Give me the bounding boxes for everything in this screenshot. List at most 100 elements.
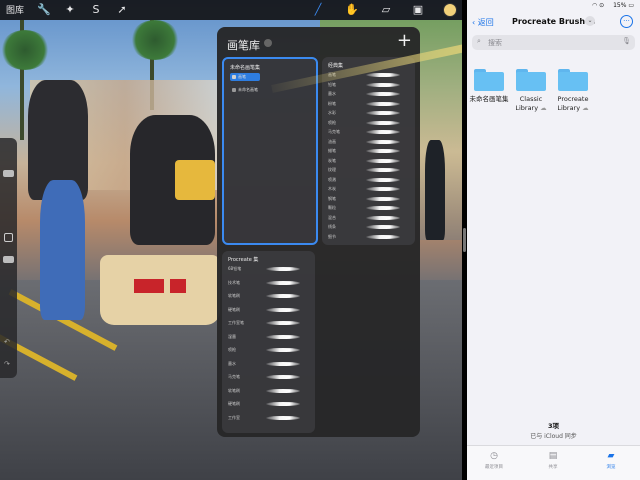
brush-item[interactable]: 油画: [328, 138, 408, 147]
brush-stroke-preview: [366, 177, 400, 182]
brush-item[interactable]: 纹理: [328, 166, 408, 175]
sync-status: 已与 iCloud 同步: [530, 433, 577, 440]
brush-item[interactable]: 湿墨: [228, 333, 308, 342]
brush-stroke-preview: [366, 82, 400, 87]
folder-icon: ▰: [607, 451, 615, 461]
brush-item[interactable]: 硬笔刷: [228, 306, 308, 315]
library-info-icon[interactable]: [264, 39, 272, 47]
brush-set-classic[interactable]: 经典集 画笔铅笔墨水粉笔水彩喷枪马克笔油画蜡笔炭笔纹理喷溅木炭钢笔颗粒混合线条细…: [322, 57, 415, 245]
gallery-button[interactable]: 图库: [6, 3, 24, 16]
brush-stroke-preview: [266, 321, 300, 325]
person-jeans: [40, 180, 85, 320]
brush-thumb-icon: [232, 75, 236, 79]
brush-item[interactable]: 细节: [328, 233, 408, 242]
folder-untitled-brushes[interactable]: 未命名画笔集: [468, 69, 510, 104]
brush-item[interactable]: 混合: [328, 214, 408, 223]
brush-item[interactable]: 线条: [328, 223, 408, 232]
brush-item[interactable]: 炭笔: [328, 157, 408, 166]
files-tab-bar: ◷ 最近项目 ▤ 共享 ▰ 浏览: [467, 445, 640, 480]
brush-item[interactable]: 工作室: [228, 414, 308, 423]
brush-item[interactable]: 铅笔: [328, 81, 408, 90]
modify-button[interactable]: [4, 233, 13, 242]
split-view: 图库 🔧 ✦ S ➚ ╱ ✋ ▱ ▣ ↶ ↷ 画笔库 + 未命名画笔集 画笔 未…: [0, 0, 640, 480]
wrench-icon[interactable]: 🔧: [36, 2, 52, 18]
brush-item[interactable]: 工作室笔: [228, 319, 308, 328]
brush-item[interactable]: 喷枪: [328, 119, 408, 128]
brush-stroke-preview: [366, 92, 400, 96]
brush-item[interactable]: 木炭: [328, 185, 408, 194]
layers-icon[interactable]: ▣: [410, 2, 426, 18]
brush-set-name: 经典集: [328, 63, 344, 69]
brush-item[interactable]: 技术笔: [228, 279, 308, 288]
tab-recents[interactable]: ◷ 最近项目: [474, 451, 514, 470]
files-app: ◠ ⊙ 15% ▭ ‹ 返回 Procreate Brushes ⌄ ··· ⌕…: [467, 0, 640, 480]
brush-item[interactable]: 马克笔: [328, 128, 408, 137]
brush-item[interactable]: 喷枪: [228, 346, 308, 355]
brush-library-title: 画笔库: [227, 39, 260, 52]
brush-item[interactable]: 喷溅: [328, 176, 408, 185]
procreate-app: 图库 🔧 ✦ S ➚ ╱ ✋ ▱ ▣ ↶ ↷ 画笔库 + 未命名画笔集 画笔 未…: [0, 0, 462, 480]
opacity-slider[interactable]: [3, 256, 14, 263]
brush-stroke-preview: [366, 225, 400, 229]
brush-stroke-preview: [266, 307, 300, 312]
brush-item[interactable]: 马克笔: [228, 373, 308, 382]
brush-item[interactable]: 硬笔刷: [228, 400, 308, 409]
brush-item[interactable]: 粉笔: [328, 100, 408, 109]
redo-icon[interactable]: ↷: [4, 360, 10, 368]
brush-icon[interactable]: ╱: [310, 2, 326, 18]
split-handle[interactable]: [463, 228, 466, 252]
brush-item[interactable]: 颗粒: [328, 204, 408, 213]
search-bar: ⌕ 🎙: [472, 35, 635, 50]
eraser-icon[interactable]: ▱: [378, 2, 394, 18]
brush-item[interactable]: 钢笔: [328, 195, 408, 204]
search-input[interactable]: [488, 37, 608, 48]
brush-item[interactable]: 墨水: [228, 360, 308, 369]
brush-item[interactable]: 软笔刷: [228, 292, 308, 301]
brush-stroke-preview: [266, 375, 300, 379]
selection-icon[interactable]: S: [88, 2, 104, 18]
brush-set-procreate[interactable]: Procreate 集 6B铅笔 技术笔 软笔刷 硬笔刷 工作室笔 湿墨 喷枪 墨水 马克笔 软笔…: [222, 251, 315, 433]
color-picker[interactable]: [443, 3, 457, 17]
distant-person: [425, 140, 445, 240]
brush-item[interactable]: 蜡笔: [328, 147, 408, 156]
wifi-icon: ◠ ⊙: [592, 2, 605, 9]
tab-shared[interactable]: ▤ 共享: [533, 451, 573, 470]
brush-stroke-preview: [366, 73, 400, 77]
brush-stroke-preview: [366, 215, 400, 220]
chevron-down-icon[interactable]: ⌄: [585, 16, 595, 26]
yellow-bag: [175, 160, 215, 200]
brush-item[interactable]: 画笔: [230, 73, 260, 81]
adjustments-wand-icon[interactable]: ✦: [62, 2, 78, 18]
brush-stroke-preview: [266, 361, 300, 366]
tab-browse[interactable]: ▰ 浏览: [591, 451, 631, 470]
brush-stroke-preview: [266, 402, 300, 406]
brush-stroke-preview: [366, 111, 400, 115]
folder-classic-library[interactable]: Classic Library ☁: [510, 69, 552, 113]
brush-item[interactable]: 墨水: [328, 90, 408, 99]
add-brush-set-icon[interactable]: +: [397, 32, 412, 50]
folder-name: Procreate Library ☁: [557, 95, 589, 112]
battery-status: 15% ▭: [613, 2, 634, 9]
back-button[interactable]: ‹ 返回: [472, 17, 494, 28]
folder-name: 未命名画笔集: [469, 95, 509, 103]
brush-item[interactable]: 未命名画笔: [230, 86, 260, 94]
search-icon: ⌕: [477, 37, 481, 45]
brush-item[interactable]: 软笔刷: [228, 387, 308, 396]
brush-stroke-preview: [366, 168, 400, 172]
brush-size-slider[interactable]: [3, 170, 14, 177]
brush-stroke-preview: [366, 130, 400, 134]
more-options-icon[interactable]: ···: [620, 15, 633, 28]
clock-icon: ◷: [490, 451, 498, 461]
transform-arrow-icon[interactable]: ➚: [114, 2, 130, 18]
brush-stroke-preview: [366, 149, 400, 153]
brush-item[interactable]: 6B铅笔: [228, 265, 308, 274]
brush-stroke-preview: [266, 267, 300, 271]
brush-stroke-preview: [266, 415, 300, 420]
brush-library-panel: 画笔库 + 未命名画笔集 画笔 未命名画笔 经典集 画笔铅笔墨水粉笔水彩喷枪马克…: [217, 27, 420, 437]
folder-title: Procreate Brushes: [512, 17, 596, 26]
smudge-icon[interactable]: ✋: [344, 2, 360, 18]
undo-icon[interactable]: ↶: [4, 338, 10, 346]
brush-item[interactable]: 水彩: [328, 109, 408, 118]
folder-procreate-library[interactable]: Procreate Library ☁: [552, 69, 594, 113]
microphone-icon[interactable]: 🎙: [622, 37, 631, 45]
